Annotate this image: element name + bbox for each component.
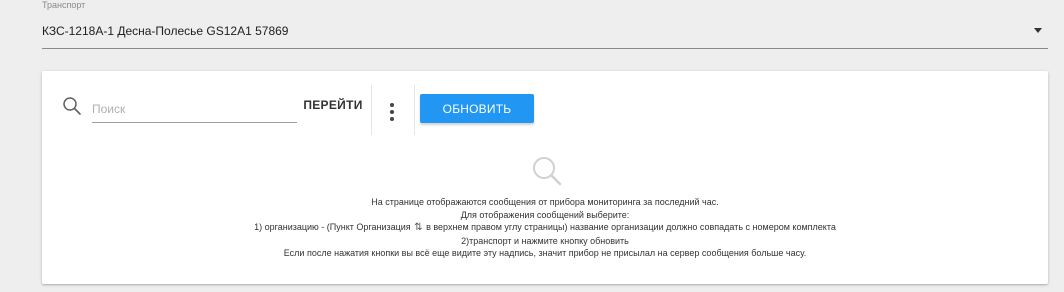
go-button[interactable]: ПЕРЕЙТИ: [298, 94, 368, 116]
message-line: Для отображения сообщений выберите:: [460, 209, 630, 220]
transport-label: Транспорт: [42, 0, 86, 10]
swap-vert-icon: ⇅: [414, 222, 423, 233]
messages-card: ПЕРЕЙТИ ОБНОВИТЬ На странице отображаютс…: [42, 71, 1048, 284]
refresh-button[interactable]: ОБНОВИТЬ: [420, 94, 534, 123]
message-line: Если после нажатия кнопки вы всё еще вид…: [283, 248, 807, 258]
message-text: 1) организацию - (Пункт Организация: [254, 222, 411, 232]
empty-state-message: На странице отображаются сообщения от пр…: [42, 196, 1048, 260]
search-input[interactable]: [92, 95, 297, 123]
transport-select[interactable]: Транспорт КЗС-1218А-1 Десна-Полесье GS12…: [42, 0, 1048, 49]
message-line: 2)транспорт и нажмите кнопку обновить: [461, 235, 629, 246]
transport-value[interactable]: КЗС-1218А-1 Десна-Полесье GS12A1 57869: [42, 24, 288, 38]
message-line: 1) организацию - (Пункт Организация ⇅ в …: [42, 221, 1048, 235]
toolbar-divider: [371, 85, 372, 135]
message-text: в верхнем правом углу страницы) название…: [426, 222, 836, 232]
arrow-drop-down-icon[interactable]: [1034, 28, 1042, 33]
search-icon: [63, 97, 81, 115]
toolbar-divider: [414, 85, 415, 135]
search-icon: [533, 157, 562, 186]
message-line: На странице отображаются сообщения от пр…: [371, 197, 719, 207]
more-vert-icon[interactable]: [384, 101, 400, 123]
